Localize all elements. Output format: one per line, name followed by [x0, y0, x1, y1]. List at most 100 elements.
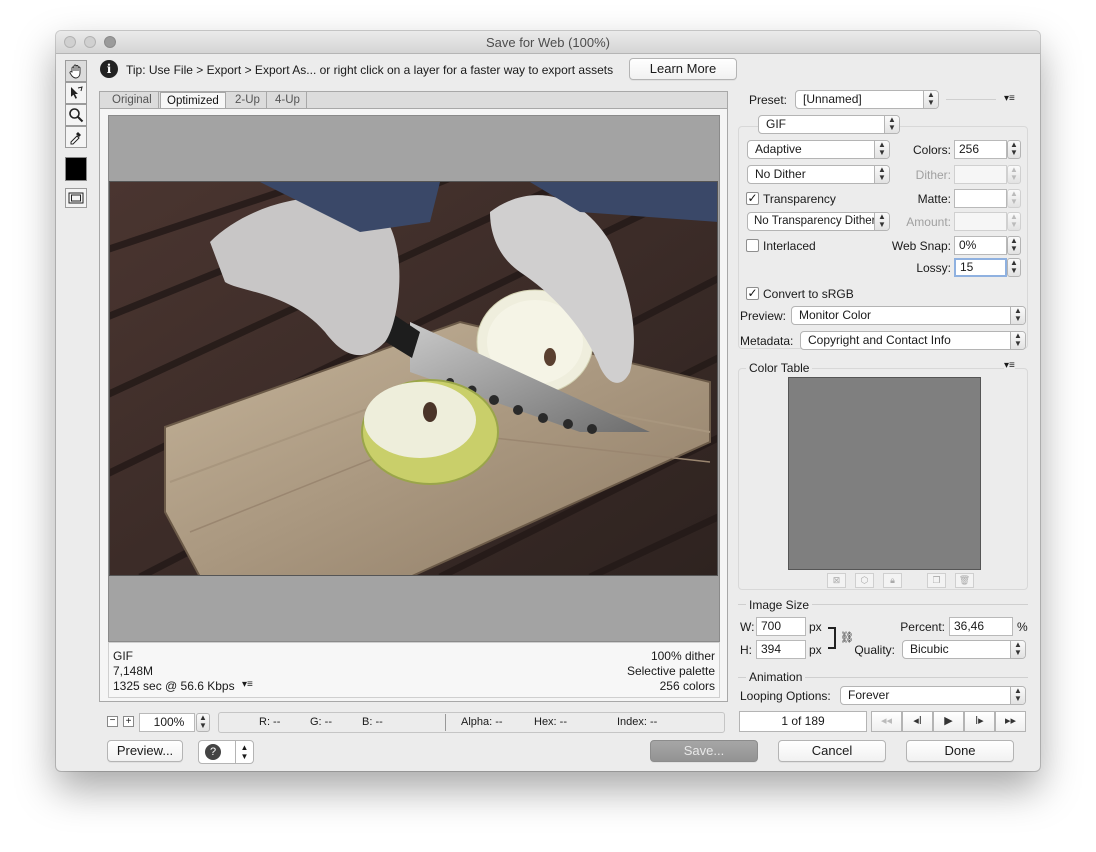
cancel-button[interactable]: Cancel: [778, 740, 886, 762]
info-download-time: 1325 sec @ 56.6 Kbps: [113, 679, 235, 693]
last-frame-button[interactable]: ▸▸: [995, 711, 1026, 732]
width-unit: px: [809, 620, 822, 634]
previous-frame-button[interactable]: ◂ǀ: [902, 711, 933, 732]
download-speed-menu-icon[interactable]: ▾≡: [242, 679, 253, 690]
toggle-slices-visibility-tool[interactable]: [65, 188, 87, 208]
color-table-title: Color Table: [746, 361, 813, 375]
readout-hex: Hex: --: [534, 716, 567, 728]
zoom-level-field[interactable]: 100%: [139, 713, 195, 732]
percent-unit: %: [1017, 620, 1028, 634]
lossy-stepper[interactable]: ▲ ▼: [1007, 258, 1021, 277]
info-file-size: 7,148M: [113, 664, 154, 678]
info-palette: Selective palette: [626, 664, 715, 678]
dither-field[interactable]: [954, 165, 1007, 184]
transparency-checkbox[interactable]: ✓: [746, 192, 759, 205]
color-table-swatches[interactable]: [788, 377, 981, 570]
eyedropper-icon: [70, 132, 81, 145]
delete-color-icon[interactable]: 🗑︎: [955, 573, 974, 588]
readout-r: R: --: [259, 716, 281, 728]
preview-in-browser-button[interactable]: Preview...: [107, 740, 183, 762]
lock-color-icon[interactable]: 🔒︎: [883, 573, 902, 588]
tab-optimized[interactable]: Optimized: [160, 92, 226, 109]
convert-srgb-label: Convert to sRGB: [763, 287, 854, 301]
zoom-tool[interactable]: [65, 104, 87, 126]
metadata-select[interactable]: Copyright and Contact Info ▲ ▼: [800, 331, 1026, 350]
percent-field[interactable]: 36,46: [949, 617, 1013, 636]
info-format: GIF: [113, 649, 133, 663]
hand-tool[interactable]: [65, 60, 87, 82]
amount-field[interactable]: [954, 212, 1007, 231]
matte-stepper[interactable]: ▲ ▼: [1007, 189, 1021, 208]
image-apple-knife: [110, 182, 717, 575]
info-colors: 256 colors: [659, 679, 715, 693]
zoom-out-button[interactable]: −: [107, 716, 118, 727]
dither-label: Dither:: [915, 168, 951, 182]
save-for-web-dialog: Save for Web (100%) i Tip: Use File > Ex…: [56, 31, 1040, 771]
dither-algorithm-select[interactable]: No Dither ▲ ▼: [747, 165, 890, 184]
zoom-in-button[interactable]: +: [123, 716, 134, 727]
interlaced-checkbox[interactable]: [746, 239, 759, 252]
save-button[interactable]: Save...: [650, 740, 758, 762]
new-color-icon[interactable]: ❐: [927, 573, 946, 588]
colors-stepper[interactable]: ▲ ▼: [1007, 140, 1021, 159]
color-reduction-select[interactable]: Adaptive ▲ ▼: [747, 140, 890, 159]
file-format-select[interactable]: GIF ▲ ▼: [758, 115, 900, 134]
amount-stepper[interactable]: ▲ ▼: [1007, 212, 1021, 231]
web-snap-label: Web Snap:: [891, 239, 951, 253]
height-unit: px: [809, 643, 822, 657]
transparency-dither-value: No Transparency Dither: [754, 215, 876, 227]
dither-algorithm-value: No Dither: [755, 167, 806, 181]
tab-2-up[interactable]: 2-Up: [229, 92, 267, 108]
browser-select[interactable]: ? ▲ ▼: [198, 740, 254, 764]
animation-title: Animation: [746, 670, 806, 684]
web-snap-field[interactable]: 0%: [954, 236, 1007, 255]
optimize-menu-icon[interactable]: ▾≡: [1004, 93, 1015, 104]
preview-label: Preview:: [740, 309, 787, 323]
shift-to-web-palette-icon[interactable]: ⬡: [855, 573, 874, 588]
window-title: Save for Web (100%): [485, 35, 611, 50]
file-format-value: GIF: [766, 117, 786, 131]
width-field[interactable]: 700: [756, 617, 806, 636]
tab-original[interactable]: Original: [106, 92, 159, 108]
looping-options-select[interactable]: Forever ▲ ▼: [840, 686, 1026, 705]
learn-more-button[interactable]: Learn More: [629, 58, 737, 80]
map-color-to-transparent-icon[interactable]: ⊠: [827, 573, 846, 588]
preview-color-arrow-icon: ▲ ▼: [1010, 307, 1025, 324]
frame-counter: 1 of 189: [739, 711, 867, 732]
play-animation-button[interactable]: ▶: [933, 711, 964, 732]
lossy-field[interactable]: 15: [954, 258, 1007, 277]
preview-color-select[interactable]: Monitor Color ▲ ▼: [791, 306, 1026, 325]
tab-4-up[interactable]: 4-Up: [269, 92, 307, 108]
web-snap-stepper[interactable]: ▲ ▼: [1007, 236, 1021, 255]
constrain-bracket: [828, 627, 836, 649]
preview-image[interactable]: [109, 181, 718, 576]
colors-field[interactable]: 256: [954, 140, 1007, 159]
next-frame-button[interactable]: ǀ▸: [964, 711, 995, 732]
resample-quality-select[interactable]: Bicubic ▲ ▼: [902, 640, 1026, 659]
looping-options-value: Forever: [848, 688, 890, 702]
magnifier-icon: [69, 108, 84, 123]
preset-label: Preset:: [749, 93, 788, 107]
zoom-level-stepper[interactable]: ▲ ▼: [196, 713, 210, 732]
tip-text: Tip: Use File > Export > Export As... or…: [126, 63, 614, 77]
convert-srgb-checkbox[interactable]: ✓: [746, 287, 759, 300]
height-field[interactable]: 394: [756, 640, 806, 659]
eyedropper-tool[interactable]: [65, 126, 87, 148]
matte-field[interactable]: [954, 189, 1007, 208]
preset-select[interactable]: [Unnamed] ▲ ▼: [795, 90, 939, 109]
readout-index: Index: --: [617, 716, 658, 728]
looping-options-arrow-icon: ▲ ▼: [1010, 687, 1025, 704]
slice-select-tool[interactable]: [65, 82, 87, 104]
first-frame-button[interactable]: ◂◂: [871, 711, 902, 732]
done-button[interactable]: Done: [906, 740, 1014, 762]
browser-globe-icon: ?: [205, 744, 221, 760]
eyedropper-color-swatch[interactable]: [65, 157, 87, 181]
dither-stepper[interactable]: ▲ ▼: [1007, 165, 1021, 184]
metadata-value: Copyright and Contact Info: [808, 333, 951, 347]
color-table-menu-icon[interactable]: ▾≡: [1004, 360, 1015, 371]
browser-select-arrows-icon: ▲ ▼: [235, 741, 253, 763]
preview-color-value: Monitor Color: [799, 308, 872, 322]
transparency-dither-select[interactable]: No Transparency Dither ▲ ▼: [747, 212, 890, 231]
constrain-proportions-link-icon[interactable]: ⛓︎: [840, 631, 854, 645]
resample-quality-value: Bicubic: [910, 642, 949, 656]
